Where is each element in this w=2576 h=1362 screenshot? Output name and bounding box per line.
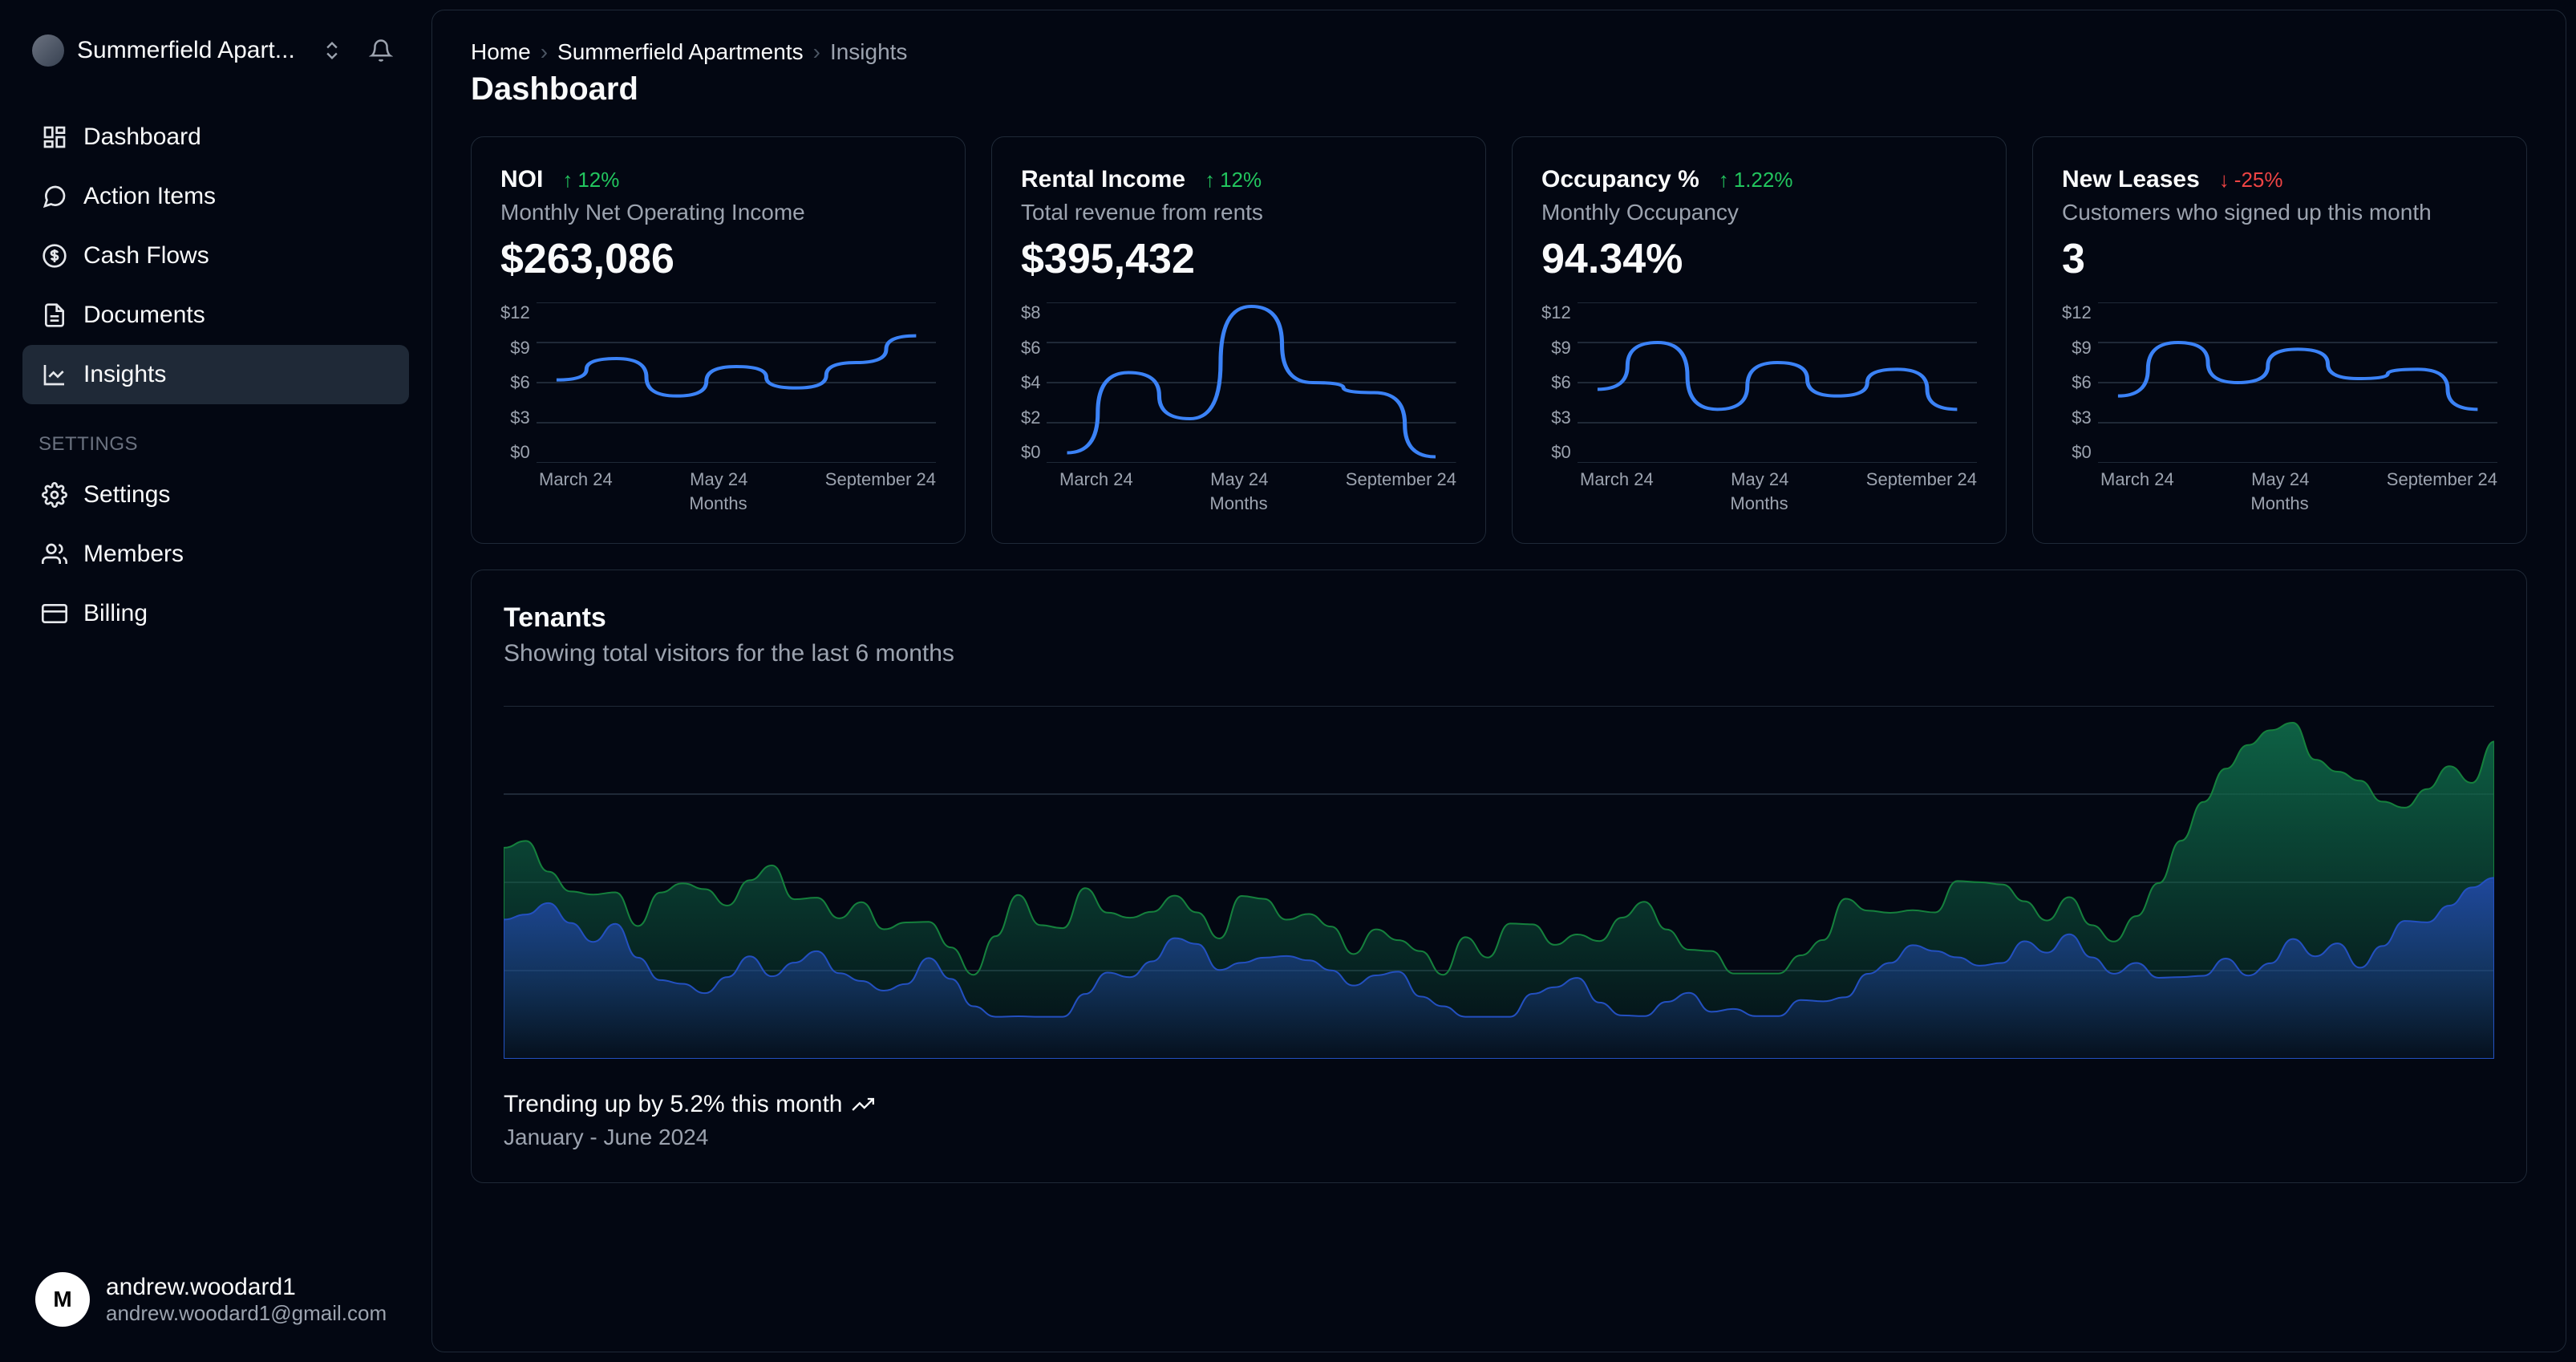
- x-axis-title: Months: [2062, 493, 2497, 514]
- card-icon: [42, 601, 67, 626]
- arrow-up-icon: ↑: [562, 168, 573, 193]
- stat-sparkline: $12$9$6$3$0: [500, 302, 936, 463]
- sidebar-item-label: Billing: [83, 600, 148, 627]
- sidebar-item-label: Settings: [83, 481, 170, 509]
- x-axis-title: Months: [500, 493, 936, 514]
- tenants-card: Tenants Showing total visitors for the l…: [471, 570, 2527, 1183]
- user-menu[interactable]: M andrew.woodard1 andrew.woodard1@gmail.…: [22, 1259, 409, 1340]
- sidebar-item-cash-flows[interactable]: Cash Flows: [22, 226, 409, 286]
- stat-subtitle: Monthly Net Operating Income: [500, 200, 936, 225]
- notifications-button[interactable]: [363, 32, 399, 69]
- document-icon: [42, 302, 67, 328]
- chat-icon: [42, 184, 67, 209]
- stat-delta: ↑1.22%: [1719, 168, 1793, 193]
- breadcrumb-home[interactable]: Home: [471, 39, 531, 65]
- sidebar-item-action-items[interactable]: Action Items: [22, 167, 409, 226]
- stat-value: 94.34%: [1541, 235, 1977, 283]
- y-axis: $8$6$4$2$0: [1021, 302, 1040, 463]
- y-axis: $12$9$6$3$0: [2062, 302, 2092, 463]
- stat-card-occupancy-: Occupancy % ↑1.22% Monthly Occupancy 94.…: [1512, 136, 2007, 544]
- sidebar-item-members[interactable]: Members: [22, 525, 409, 584]
- sidebar-item-label: Action Items: [83, 183, 216, 210]
- user-email: andrew.woodard1@gmail.com: [106, 1301, 387, 1326]
- stat-title: NOI: [500, 166, 543, 193]
- sidebar-item-label: Insights: [83, 361, 166, 388]
- sidebar-item-label: Dashboard: [83, 124, 201, 151]
- y-axis: $12$9$6$3$0: [1541, 302, 1571, 463]
- stat-card-rental-income: Rental Income ↑12% Total revenue from re…: [991, 136, 1486, 544]
- sidebar-item-label: Members: [83, 541, 184, 568]
- stat-value: 3: [2062, 235, 2497, 283]
- sidebar-item-documents[interactable]: Documents: [22, 286, 409, 345]
- x-axis: March 24May 24September 24: [1541, 469, 1977, 490]
- users-icon: [42, 541, 67, 567]
- tenants-subtitle: Showing total visitors for the last 6 mo…: [504, 640, 2494, 667]
- stat-delta: ↑12%: [1205, 168, 1262, 193]
- org-name: Summerfield Apart...: [77, 37, 302, 64]
- chevron-right-icon: ›: [813, 39, 820, 65]
- stat-sparkline: $12$9$6$3$0: [1541, 302, 1977, 463]
- user-name: andrew.woodard1: [106, 1274, 387, 1301]
- trending-up-icon: [852, 1093, 874, 1116]
- tenants-title: Tenants: [504, 602, 2494, 634]
- stat-title: Occupancy %: [1541, 166, 1699, 193]
- chart-icon: [42, 362, 67, 387]
- settings-section-label: SETTINGS: [22, 424, 409, 465]
- org-switch-button[interactable]: [314, 33, 350, 68]
- stat-subtitle: Customers who signed up this month: [2062, 200, 2497, 225]
- page-title: Dashboard: [471, 71, 2527, 107]
- stat-delta: ↓-25%: [2219, 168, 2283, 193]
- stat-title: New Leases: [2062, 166, 2200, 193]
- stat-subtitle: Monthly Occupancy: [1541, 200, 1977, 225]
- gear-icon: [42, 482, 67, 508]
- org-switcher[interactable]: Summerfield Apart...: [22, 22, 409, 79]
- stat-subtitle: Total revenue from rents: [1021, 200, 1456, 225]
- dashboard-icon: [42, 124, 67, 150]
- y-axis: $12$9$6$3$0: [500, 302, 530, 463]
- stat-delta: ↑12%: [562, 168, 619, 193]
- x-axis-title: Months: [1541, 493, 1977, 514]
- sidebar-item-billing[interactable]: Billing: [22, 584, 409, 643]
- tenants-date-range: January - June 2024: [504, 1125, 2494, 1150]
- stat-value: $395,432: [1021, 235, 1456, 283]
- dollar-icon: [42, 243, 67, 269]
- org-avatar: [32, 34, 64, 67]
- stat-title: Rental Income: [1021, 166, 1185, 193]
- x-axis-title: Months: [1021, 493, 1456, 514]
- x-axis: March 24May 24September 24: [1021, 469, 1456, 490]
- stat-sparkline: $12$9$6$3$0: [2062, 302, 2497, 463]
- stat-sparkline: $8$6$4$2$0: [1021, 302, 1456, 463]
- chevrons-up-down-icon: [321, 39, 343, 62]
- arrow-up-icon: ↑: [1205, 168, 1215, 193]
- sidebar-item-dashboard[interactable]: Dashboard: [22, 107, 409, 167]
- tenants-trend: Trending up by 5.2% this month: [504, 1091, 2494, 1118]
- sidebar-item-settings[interactable]: Settings: [22, 465, 409, 525]
- x-axis: March 24May 24September 24: [2062, 469, 2497, 490]
- tenants-area-chart: [504, 706, 2494, 1059]
- sidebar-item-insights[interactable]: Insights: [22, 345, 409, 404]
- breadcrumb-current: Insights: [830, 39, 908, 65]
- sidebar-item-label: Documents: [83, 302, 205, 329]
- bell-icon: [369, 39, 393, 63]
- stat-card-new-leases: New Leases ↓-25% Customers who signed up…: [2032, 136, 2527, 544]
- arrow-up-icon: ↑: [1719, 168, 1729, 193]
- breadcrumb: Home › Summerfield Apartments › Insights: [471, 39, 2527, 65]
- stat-card-noi: NOI ↑12% Monthly Net Operating Income $2…: [471, 136, 966, 544]
- arrow-down-icon: ↓: [2219, 168, 2230, 193]
- chevron-right-icon: ›: [541, 39, 548, 65]
- breadcrumb-org[interactable]: Summerfield Apartments: [557, 39, 804, 65]
- user-avatar: M: [35, 1272, 90, 1327]
- x-axis: March 24May 24September 24: [500, 469, 936, 490]
- stat-value: $263,086: [500, 235, 936, 283]
- sidebar-item-label: Cash Flows: [83, 242, 209, 270]
